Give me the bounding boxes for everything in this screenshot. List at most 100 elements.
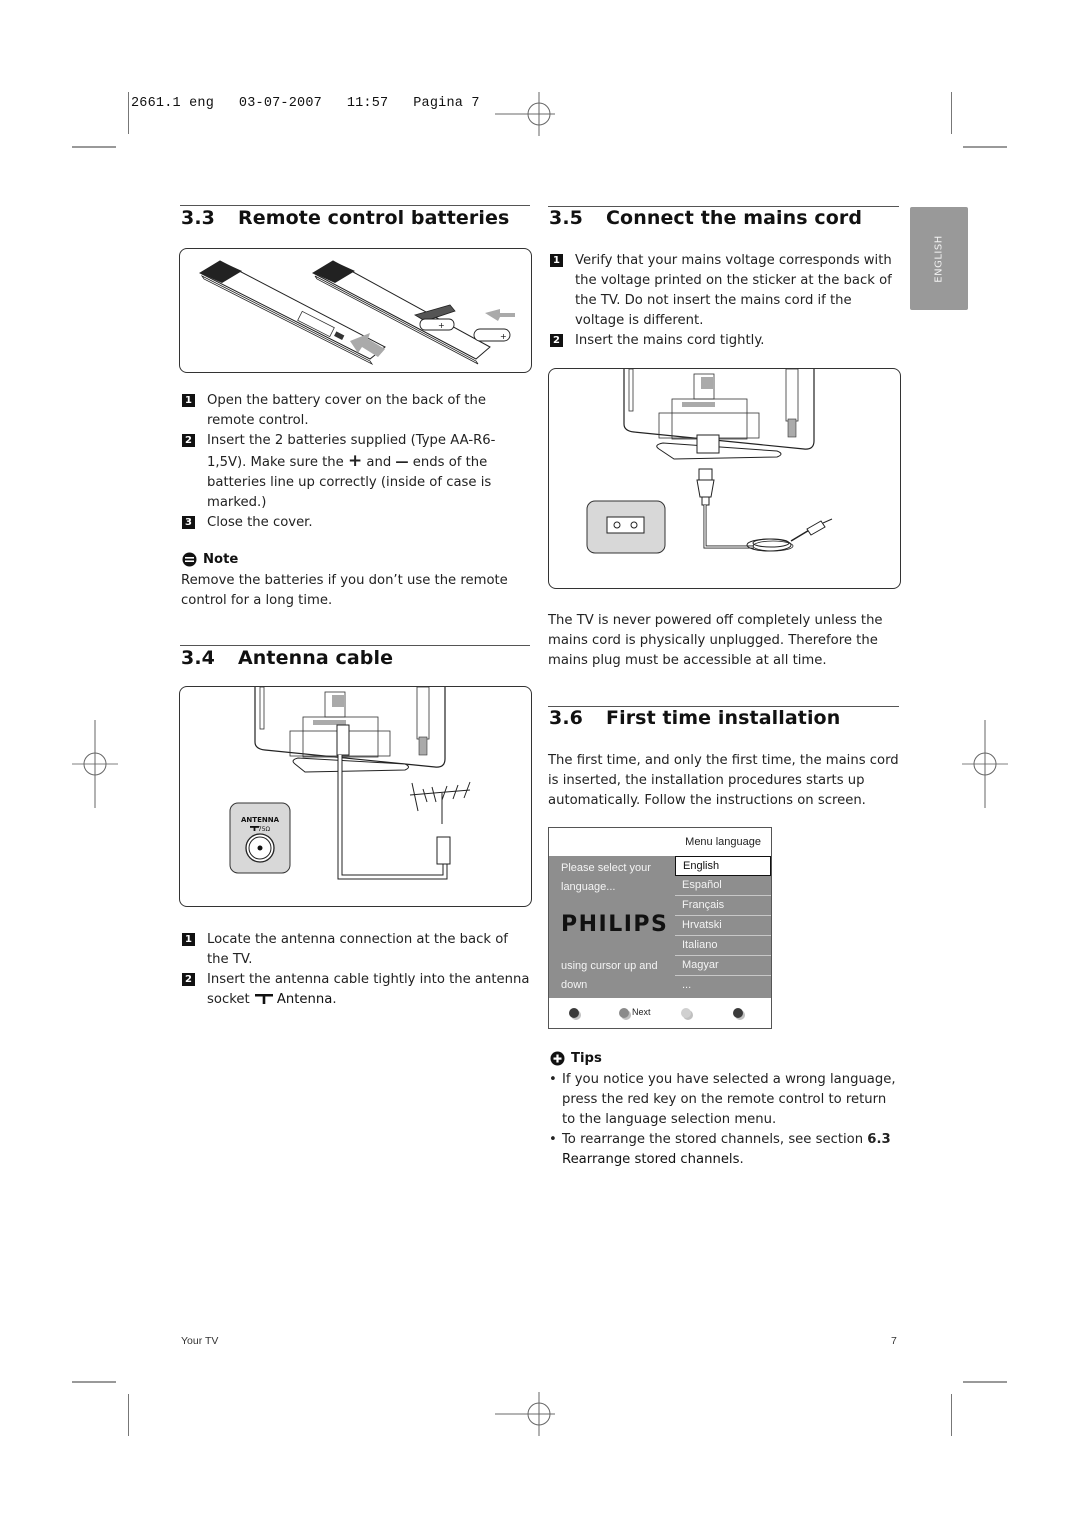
section-title-first-install: 3.6 First time installation [549, 707, 840, 729]
step-item: 2 Insert the mains cord tightly. [550, 331, 902, 351]
red-key-dot-icon [569, 1008, 579, 1018]
section-reference-title[interactable]: Rearrange stored channels [562, 1152, 739, 1167]
step-text: . [332, 992, 337, 1007]
section-rule [180, 645, 530, 646]
section-title-antenna-cable: 3.4 Antenna cable [181, 647, 393, 669]
blue-key-dot-icon [733, 1008, 743, 1018]
step-text: Open the battery cover on the back of th… [207, 393, 486, 428]
tip-text: . [739, 1152, 744, 1167]
language-option[interactable]: Español [675, 876, 771, 896]
antenna-socket-icon [254, 994, 273, 1004]
language-option[interactable]: Magyar [675, 956, 771, 976]
step-text: and [362, 455, 396, 470]
step-text: Insert the mains cord tightly. [575, 333, 765, 348]
step-item: 1 Locate the antenna connection at the b… [182, 930, 532, 970]
menu-instruction-4: down [561, 979, 588, 991]
language-tab: ENGLISH [910, 207, 968, 310]
section-title-remote-batteries: 3.3 Remote control batteries [181, 207, 509, 229]
section-heading: Remote control batteries [238, 207, 510, 229]
tv-mains-illustration [586, 369, 833, 554]
note-text: Remove the batteries if you don’t use th… [181, 573, 508, 608]
language-options: English Español Français Hrvatski Italia… [675, 856, 771, 995]
step-number-badge: 2 [182, 973, 195, 986]
tip-text: If you notice you have selected a wrong … [562, 1072, 896, 1127]
tips-plus-icon [550, 1051, 565, 1066]
step-item: 1 Verify that your mains voltage corresp… [550, 251, 902, 331]
print-slug: 2661.1 eng 03-07-2007 11:57 Pagina 7 [131, 96, 480, 111]
step-item: 2 Insert the 2 batteries supplied (Type … [182, 431, 530, 513]
crop-mark-tr-h [963, 146, 1007, 148]
minus-icon: — [395, 455, 409, 470]
step-number-badge: 2 [550, 334, 563, 347]
step-number-badge: 1 [182, 933, 195, 946]
language-tab-label: ENGLISH [933, 234, 945, 283]
figure-mains-cord [548, 368, 901, 589]
language-option[interactable]: Italiano [675, 936, 771, 956]
section-heading: First time installation [606, 707, 841, 729]
section-reference-number[interactable]: 6.3 [867, 1132, 890, 1147]
language-option-more[interactable]: ... [675, 976, 771, 995]
registration-mark-right [962, 720, 1008, 808]
tips-heading: Tips [550, 1051, 602, 1066]
figure-antenna-cable: ANTENNA 75Ω [179, 686, 532, 907]
steps-mains-cord: 1 Verify that your mains voltage corresp… [550, 251, 902, 351]
tips-title: Tips [571, 1051, 602, 1066]
figure-remote-batteries: + + [179, 248, 532, 373]
language-option[interactable]: Hrvatski [675, 916, 771, 936]
crop-mark-br-v [951, 1394, 952, 1436]
menu-instruction-3: using cursor up and [561, 960, 658, 972]
crop-mark-bl-h [72, 1381, 116, 1383]
note-heading: Note [182, 552, 238, 567]
steps-antenna-cable: 1 Locate the antenna connection at the b… [182, 930, 532, 1010]
section-number: 3.6 [549, 707, 583, 729]
language-option-selected[interactable]: English [675, 856, 771, 876]
tv-menu-language-screen: Menu language Please select your languag… [548, 827, 772, 1029]
first-install-paragraph: The first time, and only the first time,… [548, 753, 899, 808]
registration-mark-bottom [495, 1392, 555, 1436]
registration-mark-top [495, 92, 555, 136]
step-text: Locate the antenna connection at the bac… [207, 932, 508, 967]
tip-item: To rearrange the stored channels, see se… [548, 1130, 903, 1170]
section-title-mains-cord: 3.5 Connect the mains cord [549, 207, 862, 229]
antenna-panel-label: ANTENNA [241, 816, 280, 824]
mains-cord-paragraph: The TV is never powered off completely u… [548, 613, 883, 668]
step-item: 1 Open the battery cover on the back of … [182, 391, 530, 431]
step-number-badge: 1 [182, 394, 195, 407]
crop-mark-tl-h [72, 146, 116, 148]
page-number: 7 [891, 1335, 897, 1347]
language-option[interactable]: Français [675, 896, 771, 916]
menu-instruction-2: language... [561, 881, 616, 893]
note-icon [182, 552, 197, 567]
tip-text: To rearrange the stored channels, see se… [562, 1132, 868, 1147]
svg-text:+: + [500, 332, 507, 341]
step-number-badge: 2 [182, 434, 195, 447]
step-item: 3 Close the cover. [182, 513, 530, 533]
plus-icon: + [347, 451, 363, 471]
section-heading: Antenna cable [238, 647, 394, 669]
note-title: Note [203, 552, 239, 567]
registration-mark-left [72, 720, 118, 808]
philips-logo: PHILIPS [561, 912, 669, 937]
yellow-key-dot-icon [681, 1008, 691, 1018]
menu-body: Please select your language... PHILIPS u… [549, 856, 771, 998]
green-key-dot-icon [619, 1008, 629, 1018]
tv-antenna-illustration: ANTENNA 75Ω [229, 687, 471, 880]
step-number-badge: 1 [550, 254, 563, 267]
step-item: 2 Insert the antenna cable tightly into … [182, 970, 532, 1010]
step-text: Verify that your mains voltage correspon… [575, 253, 892, 328]
remote-control-illustration: + + [198, 260, 515, 366]
menu-instruction-1: Please select your [561, 862, 651, 874]
crop-mark-bl-v [128, 1394, 129, 1436]
step-text: Close the cover. [207, 515, 313, 530]
tips-list: If you notice you have selected a wrong … [548, 1070, 903, 1170]
tip-item: If you notice you have selected a wrong … [548, 1070, 903, 1130]
svg-text:+: + [438, 321, 445, 330]
section-number: 3.4 [181, 647, 215, 669]
section-number: 3.3 [181, 207, 215, 229]
step-number-badge: 3 [182, 516, 195, 529]
step-text-emphasis: Antenna [276, 992, 333, 1007]
crop-mark-tr-v [951, 92, 952, 134]
section-heading: Connect the mains cord [606, 207, 863, 229]
crop-mark-tl-v [128, 92, 129, 134]
footer-chapter: Your TV [181, 1335, 219, 1347]
